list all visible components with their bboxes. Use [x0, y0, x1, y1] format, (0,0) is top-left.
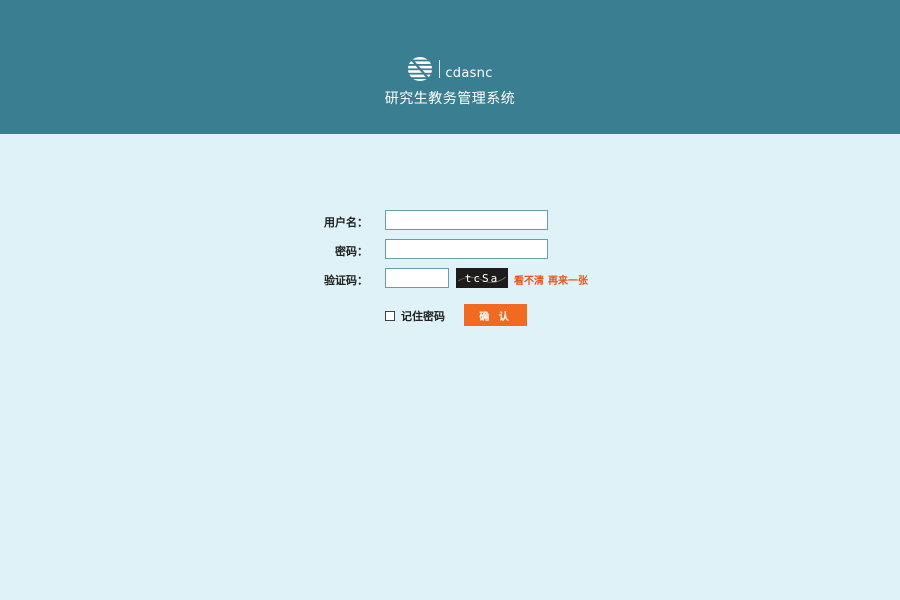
- captcha-text: tcSa: [465, 272, 500, 285]
- username-label: 用户名：: [324, 216, 368, 229]
- password-label: 密码：: [335, 245, 368, 258]
- remember-checkbox[interactable]: [385, 311, 395, 321]
- password-input[interactable]: [385, 239, 548, 259]
- captcha-refresh-link[interactable]: 看不清: [514, 272, 544, 287]
- confirm-button[interactable]: 确 认: [464, 304, 527, 326]
- login-form: 用户名： 密码： 验证码： tcSa 看不清 再来一张 记住密码 确 认: [0, 0, 900, 600]
- captcha-refresh-link-again[interactable]: 再来一张: [548, 272, 588, 287]
- captcha-input[interactable]: [385, 268, 449, 288]
- captcha-image[interactable]: tcSa: [456, 268, 508, 288]
- username-input[interactable]: [385, 210, 548, 230]
- remember-password[interactable]: 记住密码: [385, 308, 445, 324]
- remember-label: 记住密码: [401, 310, 445, 323]
- captcha-label: 验证码：: [324, 274, 368, 287]
